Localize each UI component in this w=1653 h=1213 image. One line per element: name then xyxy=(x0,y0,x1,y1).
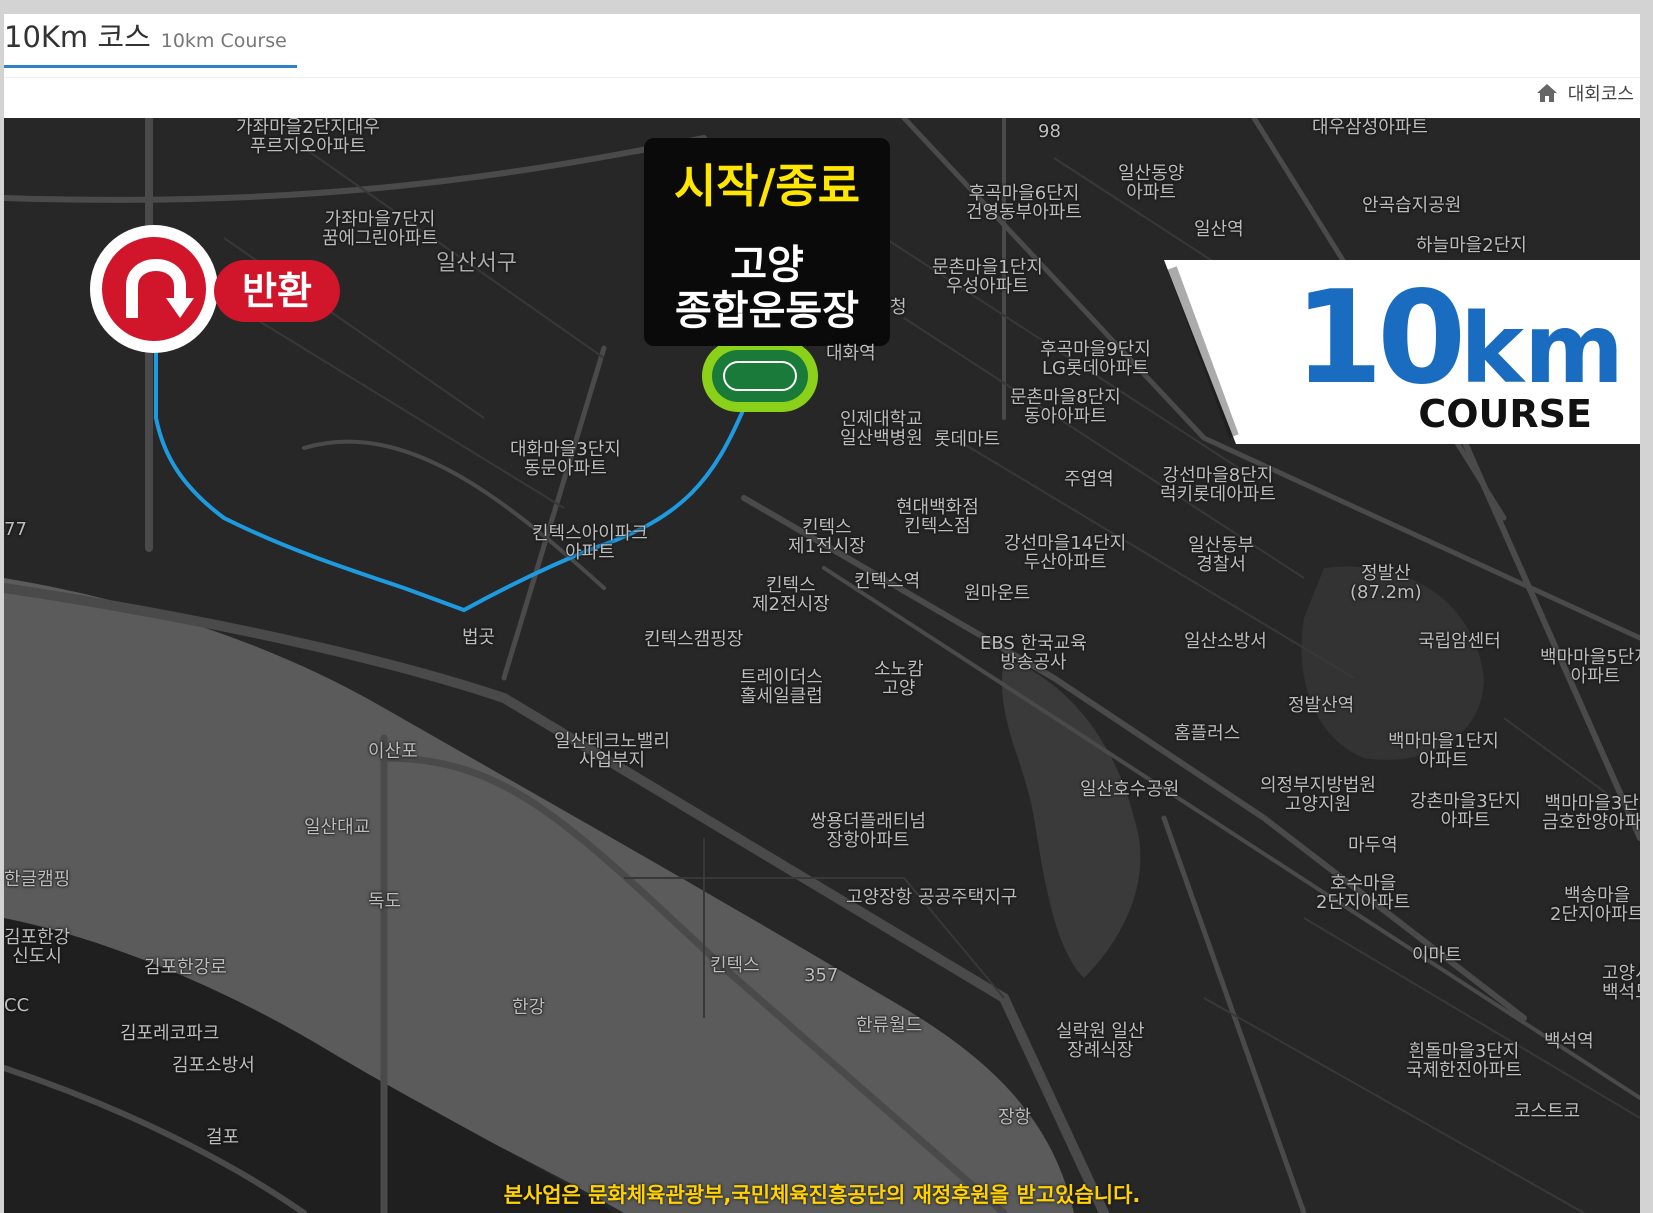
map-label: 원마운트 xyxy=(964,583,1031,604)
map-label: 킨텍스 제1전시장 xyxy=(788,517,866,557)
map-label: 킨텍스 xyxy=(710,955,760,976)
map-label: 킨텍스캠핑장 xyxy=(644,629,744,650)
map-label: 문촌마을8단지 동아아파트 xyxy=(1010,387,1121,427)
map-label: 킨텍스역 xyxy=(854,571,921,592)
map-label: 357 xyxy=(804,965,839,986)
map-label: 한강 xyxy=(512,997,546,1018)
map-label: 백송마을 2단지아파트 xyxy=(1550,885,1640,925)
map-label: 김포한강로 xyxy=(144,957,227,978)
map-label: 청 xyxy=(890,297,907,318)
page-title-sub: 10km Course xyxy=(160,30,287,52)
map-label: 백마마을3단지금호한양아파트 xyxy=(1542,793,1640,833)
course-distance-number: 10 xyxy=(1294,264,1466,413)
course-word: COURSE xyxy=(1418,392,1592,436)
map-label: 대화마을3단지 동문아파트 xyxy=(510,439,621,479)
map-label: 실락원 일산 장례식장 xyxy=(1056,1021,1145,1061)
map-label: 킨텍스 제2전시장 xyxy=(752,575,830,615)
breadcrumb: 대회코스 xyxy=(1536,78,1634,108)
title-underline xyxy=(4,65,297,68)
map-label: EBS 한국교육 방송공사 xyxy=(980,633,1087,673)
map-label: 일산동양 아파트 xyxy=(1118,163,1185,203)
map-label: 김포레코파크 xyxy=(120,1023,220,1044)
map-label: 고양장항 공공주택지구 xyxy=(846,887,1018,908)
funding-notice: 본사업은 문화체육관광부,국민체육진흥공단의 재정후원을 받고있습니다. xyxy=(503,1183,1141,1207)
map-label: 대화역 xyxy=(826,343,876,364)
map-label: 코스트코 xyxy=(1514,1101,1581,1122)
map-label: 현대백화점 킨텍스점 xyxy=(896,497,979,537)
map-label: 고양시백석도 xyxy=(1602,963,1640,1003)
map-label: 가좌마을7단지 꿈에그린아파트 xyxy=(322,209,438,249)
map-label: 쌍용더플래티넘 장항아파트 xyxy=(810,811,926,851)
stadium-icon xyxy=(702,340,818,412)
course-distance-unit: km xyxy=(1460,293,1624,405)
map-label: 백마마을1단지 아파트 xyxy=(1388,731,1499,771)
map-label: 킨텍스아이파크 아파트 xyxy=(532,523,648,563)
map-label: 한류월드 xyxy=(856,1015,923,1036)
map-label: 일산동부 경찰서 xyxy=(1188,535,1255,575)
map-label: 일산서구 xyxy=(436,251,517,276)
map-label: 독도 xyxy=(368,891,402,912)
course-distance: 10km xyxy=(1284,264,1624,413)
map-label: 국립암센터 xyxy=(1418,631,1501,652)
page-title-main: 10Km 코스 xyxy=(4,20,151,54)
map-label: 호수마을 2단지아파트 xyxy=(1316,873,1411,913)
map-label: 강촌마을3단지 아파트 xyxy=(1410,791,1521,831)
map-label: 안곡습지공원 xyxy=(1362,195,1462,216)
turnaround-icon xyxy=(90,225,218,353)
title-divider xyxy=(4,77,1640,78)
home-icon[interactable] xyxy=(1536,83,1558,103)
map-label: 강선마을14단지 두산아파트 xyxy=(1004,533,1127,573)
map-label: 홈플러스 xyxy=(1174,723,1241,744)
map-label: CC xyxy=(4,995,30,1016)
course-map: 시작/종료 고양 종합운동장 반환 10km COURSE 가좌마을2단지대우 푸… xyxy=(4,118,1640,1213)
map-label: 한글캠핑 xyxy=(4,869,71,890)
map-label: 김포한강 신도시 xyxy=(4,927,71,967)
map-label: 가좌마을2단지대우 푸르지오아파트 xyxy=(236,118,380,157)
start-finish-box: 시작/종료 고양 종합운동장 xyxy=(644,138,890,346)
map-label: 일산소방서 xyxy=(1184,631,1267,652)
map-label: 백석역 xyxy=(1544,1031,1594,1052)
map-label: 대우삼성아파트 xyxy=(1312,118,1428,138)
map-label: 정발산역 xyxy=(1288,695,1355,716)
map-label: 일산역 xyxy=(1194,219,1244,240)
map-label: 후곡마을6단지 건영동부아파트 xyxy=(966,183,1082,223)
map-label: 트레이더스 홀세일클럽 xyxy=(740,667,823,707)
map-label: 주엽역 xyxy=(1064,469,1114,490)
map-label: 걸포 xyxy=(206,1127,240,1148)
map-label: 하늘마을2단지 xyxy=(1416,235,1527,256)
page-container: 10Km 코스 10km Course 대회코스 시작/종료 고양 종합운동장 … xyxy=(4,14,1640,1213)
map-label: 일산호수공원 xyxy=(1080,779,1180,800)
map-label: 98 xyxy=(1038,121,1061,142)
map-label: 마두역 xyxy=(1348,835,1398,856)
map-label: 강선마을8단지 럭키롯데아파트 xyxy=(1160,465,1276,505)
breadcrumb-current[interactable]: 대회코스 xyxy=(1568,80,1634,106)
map-label: 이마트 xyxy=(1412,945,1462,966)
map-label: 소노캄 고양 xyxy=(874,659,924,699)
map-label: 흰돌마을3단지 국제한진아파트 xyxy=(1406,1041,1522,1081)
map-label: 정발산 (87.2m) xyxy=(1350,563,1422,603)
map-label: 김포소방서 xyxy=(172,1055,255,1076)
lake-park xyxy=(1001,658,1141,978)
map-label: 롯데마트 xyxy=(934,429,1001,450)
map-label: 인제대학교 일산백병원 xyxy=(840,409,923,449)
venue-name: 고양 종합운동장 xyxy=(675,242,859,334)
map-label: 법곳 xyxy=(462,627,496,648)
course-badge: 10km COURSE xyxy=(1164,260,1640,446)
map-label: 장항 xyxy=(998,1107,1032,1128)
map-label: 백마마을5단지 아파트 xyxy=(1540,647,1640,687)
page-title: 10Km 코스 10km Course xyxy=(4,14,287,68)
map-label: 77 xyxy=(4,519,27,540)
start-finish-title: 시작/종료 xyxy=(673,159,861,213)
map-label: 후곡마을9단지 LG롯데아파트 xyxy=(1040,339,1151,379)
turnaround-label: 반환 xyxy=(214,260,340,322)
map-label: 문촌마을1단지 우성아파트 xyxy=(932,257,1043,297)
map-label: 일산대교 xyxy=(304,817,371,838)
map-label: 일산테크노밸리 사업부지 xyxy=(554,731,670,771)
map-label: 의정부지방법원 고양지원 xyxy=(1260,775,1376,815)
map-label: 이산포 xyxy=(368,741,418,762)
